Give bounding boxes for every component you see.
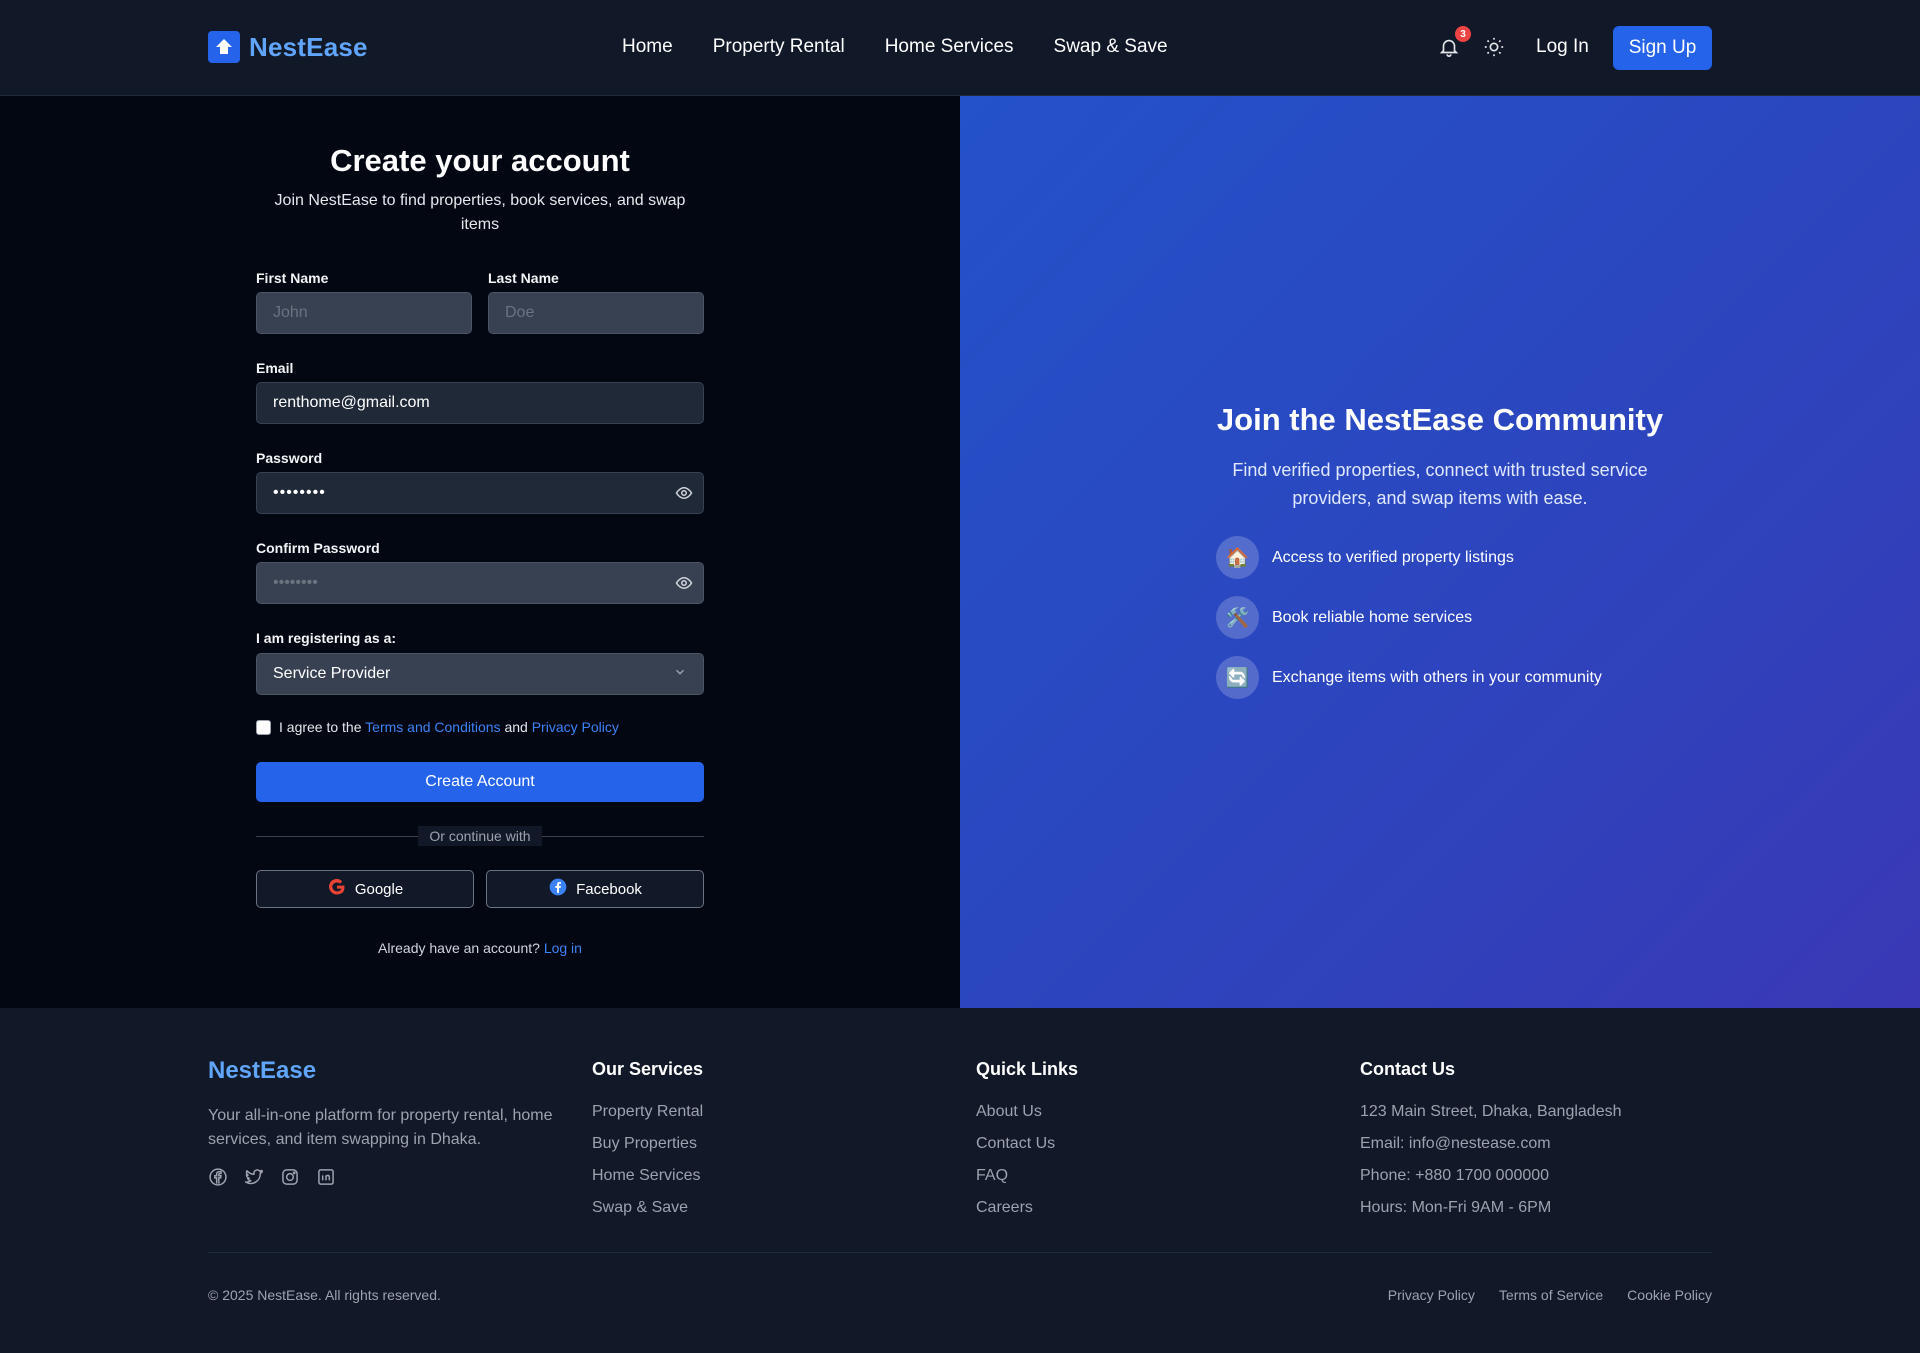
contact-hours: Hours: Mon-Fri 9AM - 6PM	[1360, 1199, 1552, 1216]
divider-line-right	[542, 836, 704, 837]
confirm-password-input[interactable]	[256, 562, 704, 604]
exchange-emoji-icon: 🔄	[1216, 656, 1259, 699]
first-name-label: First Name	[256, 270, 329, 286]
facebook-signin-button[interactable]: Facebook	[486, 870, 704, 908]
home-icon	[208, 31, 240, 63]
footer-link[interactable]: Home Services	[592, 1165, 703, 1186]
chevron-down-icon	[673, 665, 687, 684]
tools-emoji-icon: 🛠️	[1216, 596, 1259, 639]
role-select-value: Service Provider	[273, 665, 391, 682]
footer-services-list: Property Rental Buy Properties Home Serv…	[592, 1101, 703, 1218]
footer-contact-title: Contact Us	[1360, 1059, 1456, 1079]
last-name-input[interactable]	[488, 292, 704, 334]
signup-button[interactable]: Sign Up	[1613, 26, 1712, 70]
create-account-button[interactable]: Create Account	[256, 762, 704, 802]
feature-text: Exchange items with others in your commu…	[1272, 668, 1602, 686]
confirm-password-label: Confirm Password	[256, 540, 380, 556]
footer-contact-list: 123 Main Street, Dhaka, Bangladesh Email…	[1360, 1101, 1622, 1218]
nav-link-swap-save[interactable]: Swap & Save	[1054, 36, 1168, 58]
divider-text: Or continue with	[418, 826, 542, 846]
footer-legal-links: Privacy Policy Terms of Service Cookie P…	[1388, 1287, 1712, 1303]
feature-text: Access to verified property listings	[1272, 548, 1514, 566]
facebook-icon	[548, 877, 568, 901]
footer-social-links	[208, 1167, 336, 1187]
form-title: Create your account	[330, 143, 630, 178]
terms-of-service-link[interactable]: Terms of Service	[1499, 1287, 1603, 1303]
google-label: Google	[354, 880, 404, 898]
nav-link-home[interactable]: Home	[622, 36, 673, 58]
show-confirm-password-eye-icon[interactable]	[675, 574, 693, 592]
footer-description: Your all-in-one platform for property re…	[208, 1107, 553, 1148]
show-password-eye-icon[interactable]	[675, 484, 693, 502]
facebook-icon[interactable]	[208, 1167, 228, 1187]
footer-quick-links-title: Quick Links	[976, 1059, 1079, 1079]
nav-link-home-services[interactable]: Home Services	[885, 36, 1014, 58]
footer-link[interactable]: Careers	[976, 1197, 1055, 1218]
email-label: Email	[256, 360, 294, 376]
form-subtitle: Join NestEase to find properties, book s…	[274, 192, 686, 233]
nav-link-property-rental[interactable]: Property Rental	[713, 36, 845, 58]
instagram-icon[interactable]	[280, 1167, 300, 1187]
cookie-policy-link[interactable]: Cookie Policy	[1627, 1287, 1712, 1303]
agree-prefix: I agree to the	[279, 719, 362, 735]
facebook-label: Facebook	[576, 880, 642, 898]
last-name-label: Last Name	[488, 270, 559, 286]
role-select[interactable]: Service Provider	[256, 653, 704, 695]
notification-badge: 3	[1455, 26, 1471, 42]
promo-subtitle: Find verified properties, connect with t…	[1232, 460, 1648, 508]
password-input[interactable]	[256, 472, 704, 514]
sun-icon[interactable]	[1483, 36, 1505, 58]
login-link[interactable]: Log In	[1536, 36, 1589, 58]
footer-quick-links-list: About Us Contact Us FAQ Careers	[976, 1101, 1055, 1218]
terms-checkbox[interactable]	[256, 719, 271, 735]
footer-divider	[208, 1252, 1712, 1253]
linkedin-icon[interactable]	[316, 1167, 336, 1187]
twitter-icon[interactable]	[244, 1167, 264, 1187]
feature-item: 🔄 Exchange items with others in your com…	[1216, 656, 1602, 699]
footer-link[interactable]: FAQ	[976, 1165, 1055, 1186]
terms-link[interactable]: Terms and Conditions	[365, 719, 500, 735]
brand-logo[interactable]: NestEase	[208, 31, 368, 63]
password-label: Password	[256, 450, 323, 466]
terms-agreement: I agree to the Terms and Conditions and …	[256, 719, 619, 735]
already-text: Already have an account?	[378, 940, 540, 956]
google-icon	[327, 877, 347, 901]
first-name-input[interactable]	[256, 292, 472, 334]
footer-services-title: Our Services	[592, 1059, 704, 1079]
promo-title: Join the NestEase Community	[1216, 402, 1664, 437]
footer-link[interactable]: Contact Us	[976, 1133, 1055, 1154]
divider-line-left	[256, 836, 418, 837]
agree-and: and	[504, 719, 528, 735]
google-signin-button[interactable]: Google	[256, 870, 474, 908]
already-have-account: Already have an account? Log in	[256, 940, 704, 956]
feature-item: 🏠 Access to verified property listings	[1216, 536, 1514, 579]
contact-phone: Phone: +880 1700 000000	[1360, 1167, 1550, 1184]
privacy-policy-link[interactable]: Privacy Policy	[1388, 1287, 1475, 1303]
footer-link[interactable]: Buy Properties	[592, 1133, 703, 1154]
brand-name: NestEase	[249, 31, 368, 62]
contact-address: 123 Main Street, Dhaka, Bangladesh	[1360, 1103, 1622, 1120]
footer-link[interactable]: Swap & Save	[592, 1197, 703, 1218]
house-emoji-icon: 🏠	[1216, 536, 1259, 579]
footer-link[interactable]: Property Rental	[592, 1101, 703, 1122]
footer-link[interactable]: About Us	[976, 1101, 1055, 1122]
feature-text: Book reliable home services	[1272, 608, 1473, 626]
login-link-bottom[interactable]: Log in	[544, 940, 582, 956]
footer-brand: NestEase	[208, 1057, 317, 1084]
privacy-link[interactable]: Privacy Policy	[532, 719, 619, 735]
main-nav: Home Property Rental Home Services Swap …	[622, 36, 1168, 58]
top-navbar: NestEase Home Property Rental Home Servi…	[0, 0, 1920, 96]
copyright: © 2025 NestEase. All rights reserved.	[208, 1287, 441, 1303]
email-input[interactable]	[256, 382, 704, 424]
contact-email: Email: info@nestease.com	[1360, 1135, 1551, 1152]
feature-item: 🛠️ Book reliable home services	[1216, 596, 1472, 639]
role-label: I am registering as a:	[256, 630, 397, 646]
